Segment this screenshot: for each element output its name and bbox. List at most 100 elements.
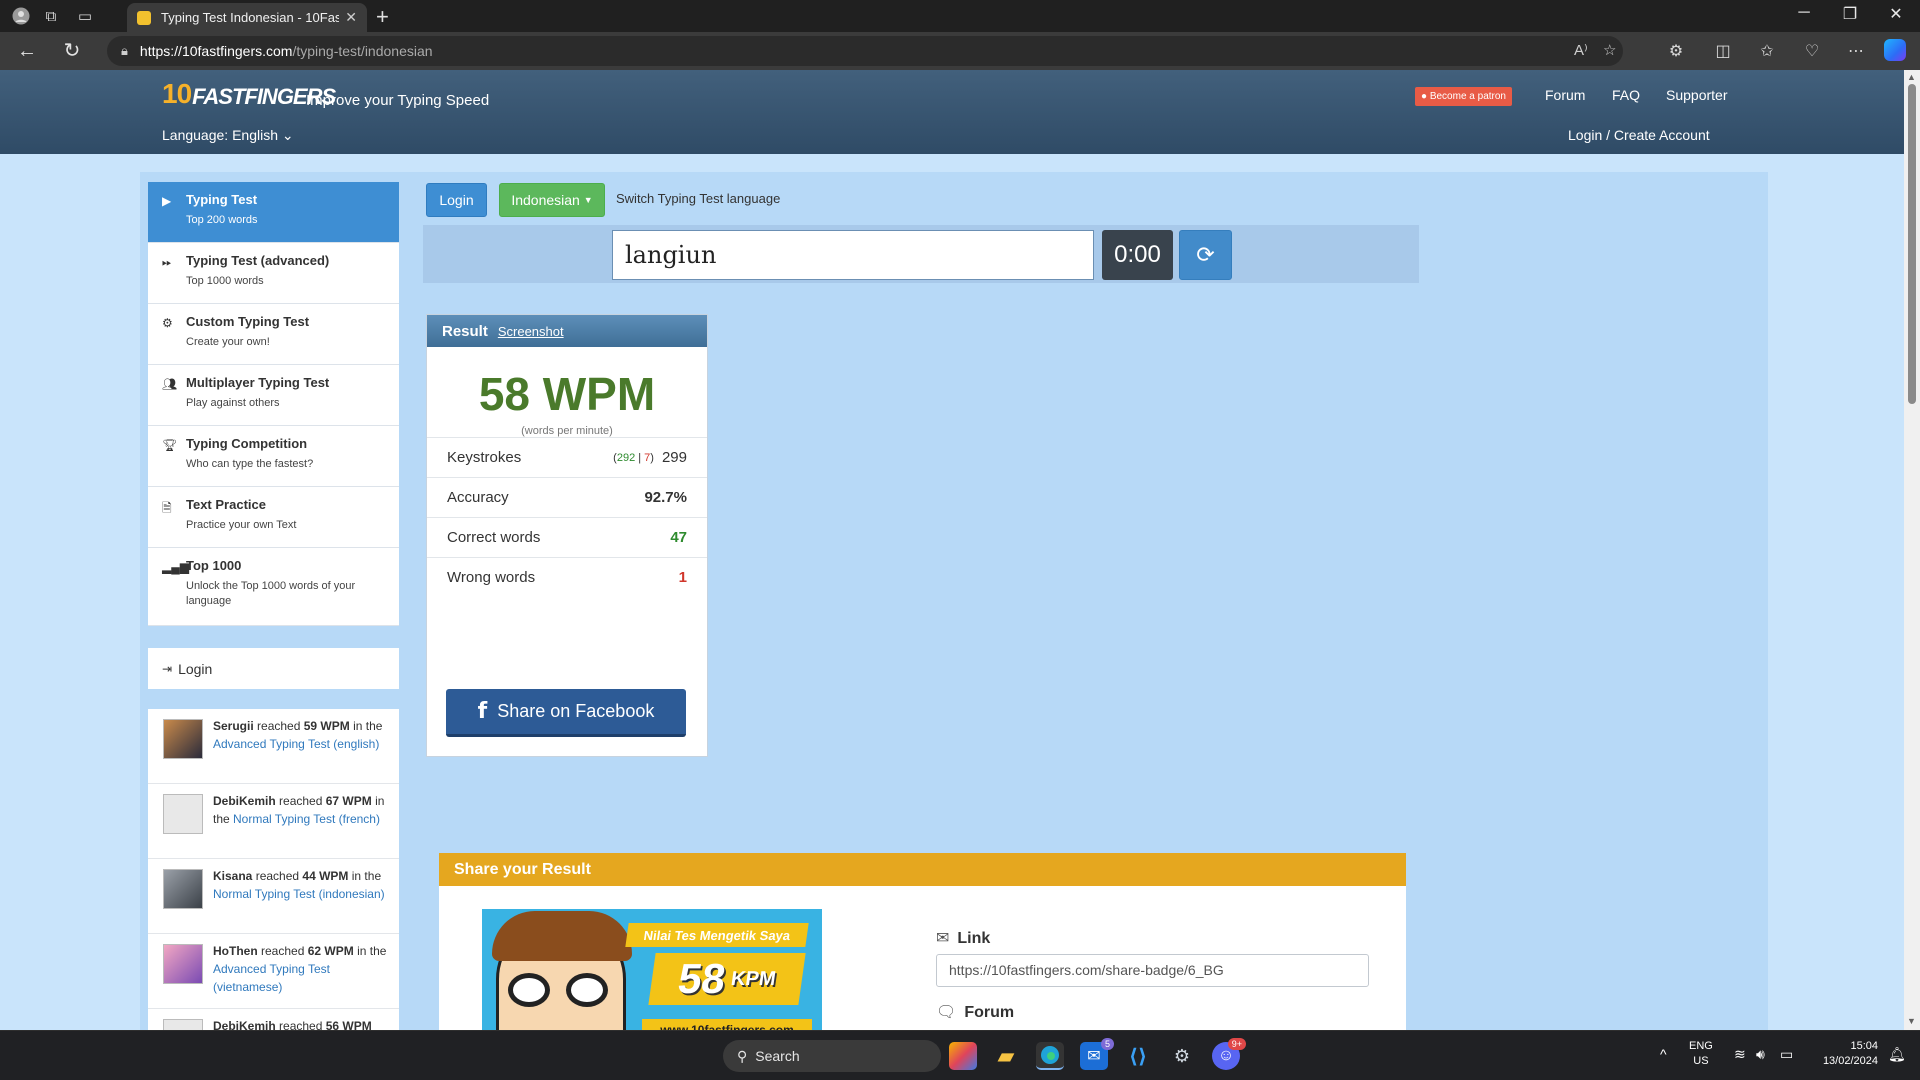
discord-icon[interactable]: ☺ 9+	[1212, 1038, 1246, 1070]
copilot-app-icon[interactable]	[949, 1042, 977, 1070]
sidebar-item-custom-typing-test[interactable]: ⚙ Custom Typing Test Create your own!	[148, 304, 399, 365]
sidebar-item-typing-test-advanced[interactable]: ⏩︎ Typing Test (advanced) Top 1000 words	[148, 243, 399, 304]
wifi-icon[interactable]: ≋	[1734, 1046, 1746, 1063]
url-field[interactable]: 🔒︎ https://10fastfingers.com/typing-test…	[107, 36, 1623, 66]
avatar[interactable]	[163, 1019, 203, 1030]
feed-wpm: 44 WPM	[302, 869, 349, 883]
mail-icon[interactable]: ✉ 5	[1080, 1038, 1114, 1070]
sidebar-login-link[interactable]: ⇥ Login	[148, 648, 399, 689]
feed-test-link[interactable]: Advanced Typing Test (english)	[213, 737, 379, 751]
avatar[interactable]	[163, 944, 203, 984]
feed-item: Serugii reached 59 WPM in the Advanced T…	[148, 709, 399, 784]
clock-date: 13/02/2024	[1822, 1055, 1878, 1067]
avatar[interactable]	[163, 869, 203, 909]
sidebar-item-title: Multiplayer Typing Test	[186, 375, 330, 390]
avatar[interactable]	[163, 719, 203, 759]
input-language[interactable]: ENG US	[1689, 1039, 1713, 1069]
avatar[interactable]	[163, 794, 203, 834]
sidebar-item-sub: Unlock the Top 1000 words of your langua…	[186, 580, 356, 607]
feed-user[interactable]: Kisana	[213, 869, 252, 883]
refresh-icon[interactable]: ↻	[58, 39, 86, 63]
restore-icon[interactable]: ❐	[1830, 4, 1870, 24]
feed-test-link[interactable]: Normal Typing Test (indonesian)	[213, 887, 385, 901]
file-explorer-icon[interactable]: ▰	[992, 1042, 1020, 1070]
feed-user[interactable]: DebiKemih	[213, 794, 276, 808]
read-aloud-icon[interactable]: A⁾	[1574, 41, 1588, 59]
tab-actions-icon[interactable]: ▭	[74, 5, 96, 27]
share-facebook-button[interactable]: f Share on Facebook	[446, 689, 686, 737]
browser-tab-active[interactable]: Typing Test Indonesian - 10FastFingers ✕	[127, 3, 367, 32]
split-screen-icon[interactable]: ◫	[1711, 41, 1735, 61]
windows-taskbar: ⚲ Search ▰ ✉ 5 ⟨⟩ ⚙ ☺ 9+ ^ ENG US ≋ 🔊︎ ▭ 1…	[0, 1030, 1920, 1080]
favorites-icon[interactable]: ✩	[1755, 41, 1779, 61]
taskbar-search[interactable]: ⚲ Search	[723, 1040, 941, 1072]
url-path: /typing-test/indonesian	[292, 43, 433, 59]
sidebar-item-competition[interactable]: 🏆︎ Typing Competition Who can type the f…	[148, 426, 399, 487]
back-arrow-icon[interactable]: ←	[13, 39, 41, 63]
copilot-icon[interactable]	[1884, 39, 1906, 61]
profile-icon[interactable]	[10, 5, 32, 27]
badge-url: www.10fastfingers.com	[642, 1019, 812, 1030]
feed-user[interactable]: Serugii	[213, 719, 254, 733]
feed-user[interactable]: DebiKemih	[213, 1019, 276, 1030]
workspaces-icon[interactable]: ⧉	[40, 5, 62, 27]
feed-text: reached	[253, 719, 304, 733]
become-patron-button[interactable]: ● Become a patron	[1415, 87, 1512, 106]
more-menu-icon[interactable]: ⋯	[1844, 41, 1868, 61]
wrong-words-label: Wrong words	[447, 569, 536, 586]
share-link-field[interactable]: https://10fastfingers.com/share-badge/6_…	[936, 954, 1369, 987]
edge-icon[interactable]	[1036, 1042, 1064, 1070]
favorite-star-icon[interactable]: ☆	[1603, 41, 1616, 59]
window-close-icon[interactable]: ✕	[1876, 4, 1916, 24]
tray-chevron-up-icon[interactable]: ^	[1660, 1046, 1667, 1062]
reload-button[interactable]: ⟳	[1179, 230, 1232, 280]
badge-score-number: 58	[675, 955, 729, 1002]
sidebar-item-typing-test[interactable]: ▶ Typing Test Top 200 words	[148, 182, 399, 243]
discord-badge: 9+	[1227, 1038, 1246, 1050]
page-scrollbar[interactable]: ▲ ▼	[1904, 70, 1920, 1030]
minimize-icon[interactable]: ─	[1784, 4, 1824, 22]
nav-faq-link[interactable]: FAQ	[1612, 87, 1640, 103]
login-create-account-link[interactable]: Login / Create Account	[1568, 127, 1710, 143]
browser-essentials-icon[interactable]: ♡	[1800, 41, 1824, 61]
sidebar-item-multiplayer[interactable]: 👥︎ Multiplayer Typing Test Play against …	[148, 365, 399, 426]
language-dropdown-button[interactable]: Indonesian ▼	[499, 183, 605, 217]
feed-item: HoThen reached 62 WPM in the Advanced Ty…	[148, 934, 399, 1009]
feed-test-link[interactable]: Advanced Typing Test (vietnamese)	[213, 962, 330, 994]
battery-icon[interactable]: ▭	[1780, 1046, 1793, 1063]
sidebar-item-sub: Who can type the fastest?	[186, 458, 314, 470]
nav-supporter-link[interactable]: Supporter	[1666, 87, 1727, 103]
feed-user[interactable]: HoThen	[213, 944, 258, 958]
screenshot-link[interactable]: Screenshot	[498, 324, 564, 339]
steam-icon[interactable]: ⚙	[1168, 1042, 1196, 1070]
windows-start-icon[interactable]	[680, 1042, 706, 1068]
language-selector[interactable]: Language: English ⌄	[162, 127, 294, 144]
sidebar-item-top-1000[interactable]: ▂▄▆ Top 1000 Unlock the Top 1000 words o…	[148, 548, 399, 626]
sidebar: ▶ Typing Test Top 200 words ⏩︎ Typing Te…	[148, 182, 399, 1030]
new-tab-icon[interactable]: +	[376, 4, 389, 30]
share-result-header: Share your Result	[439, 853, 1406, 886]
feed-text: reached	[252, 869, 303, 883]
web-page: 10 FASTFINGERS Improve your Typing Speed…	[0, 70, 1904, 1030]
notification-bell-icon[interactable]: 🔔︎	[1888, 1046, 1906, 1063]
url-host: https://10fastfingers.com	[139, 43, 293, 59]
vscode-icon[interactable]: ⟨⟩	[1124, 1042, 1152, 1070]
nav-forum-link[interactable]: Forum	[1545, 87, 1585, 103]
badge-hair	[492, 911, 632, 961]
clock[interactable]: 15:04 13/02/2024	[1812, 1039, 1878, 1069]
volume-icon[interactable]: 🔊︎	[1756, 1046, 1765, 1063]
sidebar-item-text-practice[interactable]: 🗎 Text Practice Practice your own Text	[148, 487, 399, 548]
scroll-down-icon[interactable]: ▼	[1907, 1016, 1916, 1026]
feed-test-link[interactable]: Normal Typing Test (french)	[233, 812, 380, 826]
feed-wpm: 56 WPM	[325, 1019, 372, 1030]
login-button[interactable]: Login	[426, 183, 487, 217]
envelope-icon: ✉	[936, 930, 950, 947]
wpm-value: 58 WPM	[478, 368, 656, 420]
result-badge-image[interactable]: Nilai Tes Mengetik Saya 58 KPM www.10fast…	[482, 909, 822, 1030]
close-tab-icon[interactable]: ✕	[345, 9, 357, 26]
typing-input[interactable]: langiun	[612, 230, 1094, 280]
scroll-up-icon[interactable]: ▲	[1907, 72, 1916, 82]
scrollbar-thumb[interactable]	[1908, 84, 1916, 404]
correct-words-row: Correct words 47	[427, 517, 707, 557]
extensions-icon[interactable]: ⚙	[1664, 41, 1688, 61]
